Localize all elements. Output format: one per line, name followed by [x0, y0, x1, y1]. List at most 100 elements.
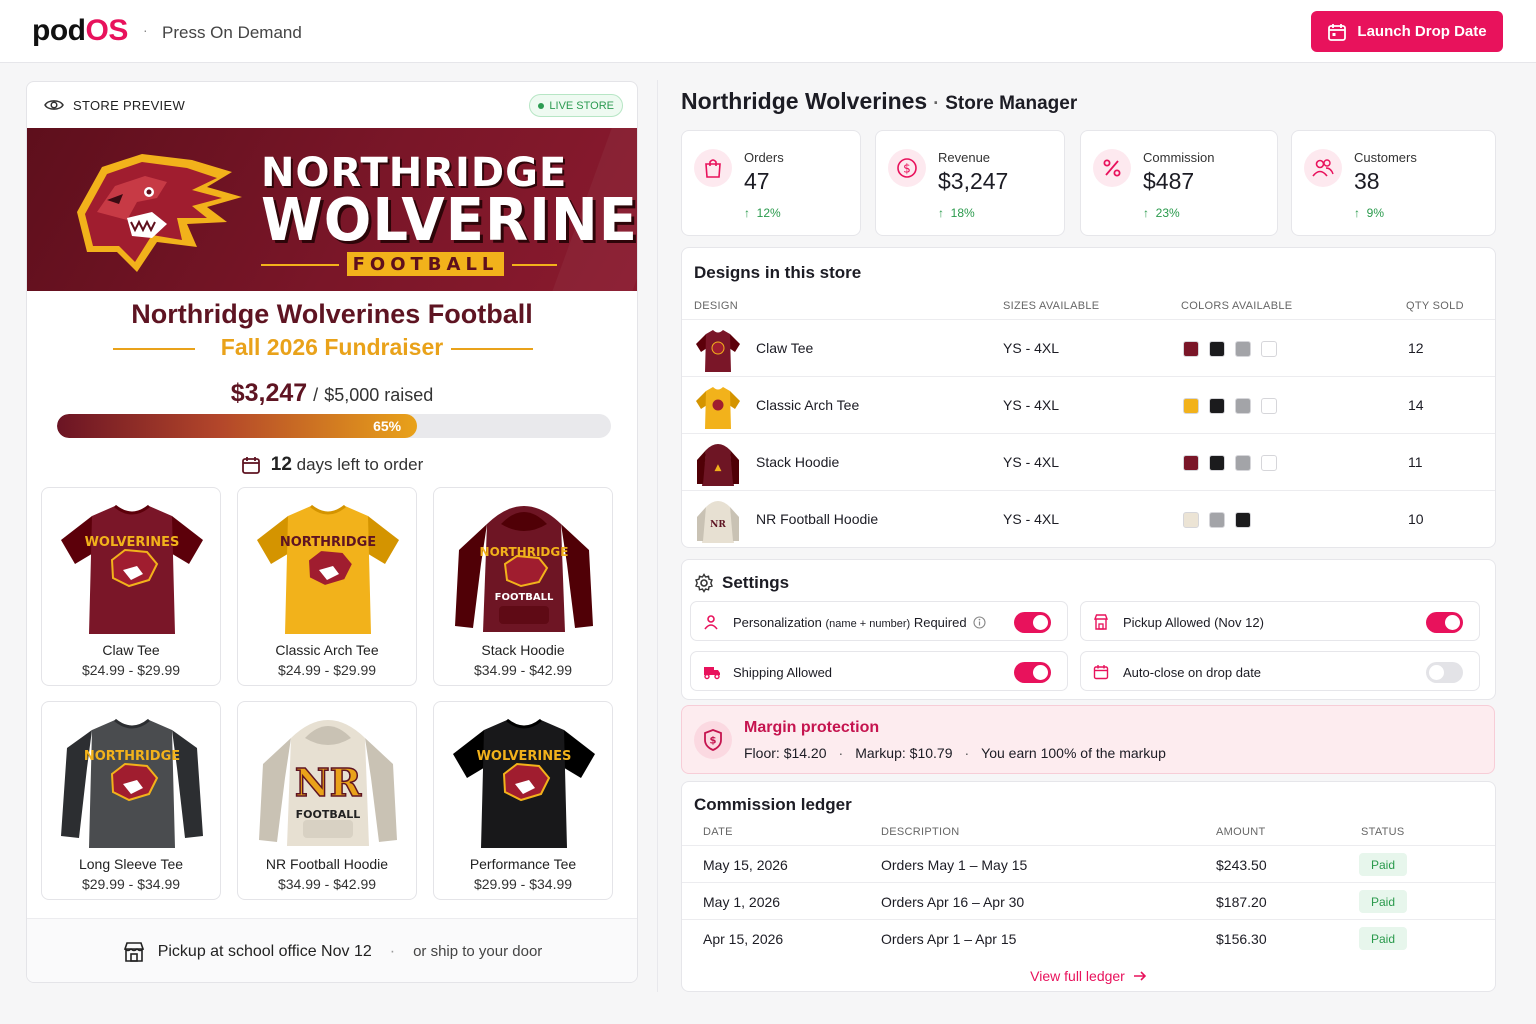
product-name: Classic Arch Tee: [275, 642, 379, 658]
table-row[interactable]: Claw Tee YS - 4XL 12: [682, 319, 1495, 376]
table-row[interactable]: Apr 15, 2026 Orders Apr 1 – Apr 15 $156.…: [682, 919, 1495, 956]
store-banner: NORTHRIDGE WOLVERINES FOOTBALL: [27, 128, 637, 291]
status-badge: Paid: [1359, 890, 1407, 913]
setting-toggle[interactable]: [1426, 662, 1463, 683]
banner-rule-left: [261, 264, 339, 266]
stat-label: Commission: [1143, 150, 1215, 165]
stat-label: Revenue: [938, 150, 991, 165]
days-text: days left to order: [296, 455, 424, 474]
calendar-icon: [241, 457, 260, 474]
design-colors: [1183, 512, 1251, 528]
product-card[interactable]: NR FOOTBALL NR Football Hoodie $34.99 - $…: [237, 701, 417, 900]
color-swatch: [1209, 512, 1225, 528]
product-image: NR FOOTBALL: [259, 720, 397, 846]
arrow-up-icon: ↑: [1143, 206, 1149, 220]
store-icon: [1093, 614, 1109, 630]
stat-card-revenue[interactable]: $ Revenue $3,247 ↑ 18%: [875, 130, 1065, 236]
col-colors: COLORS AVAILABLE: [1181, 300, 1293, 312]
table-row[interactable]: May 1, 2026 Orders Apr 16 – Apr 30 $187.…: [682, 882, 1495, 919]
preview-header: STORE PREVIEW LIVE STORE: [27, 82, 637, 128]
manager-store-name: Northridge Wolverines: [681, 88, 928, 114]
product-name: Performance Tee: [469, 856, 577, 872]
ship-text: or ship to your door: [413, 943, 543, 960]
setting-toggle[interactable]: [1426, 612, 1463, 633]
product-image: NORTHRIDGE: [257, 504, 399, 634]
color-swatch: [1235, 512, 1251, 528]
ledger-title: Commission ledger: [694, 795, 852, 814]
product-price: $34.99 - $42.99: [277, 876, 377, 892]
design-name: NR Football Hoodie: [756, 511, 879, 527]
color-swatch: [1235, 398, 1251, 414]
ledger-date: May 15, 2026: [703, 857, 788, 873]
svg-text:NORTHRIDGE: NORTHRIDGE: [280, 535, 376, 550]
product-image: WOLVERINES: [453, 718, 595, 848]
product-price: $29.99 - $34.99: [81, 876, 181, 892]
design-thumbnail: ▲: [697, 444, 739, 486]
stat-card-customers[interactable]: Customers 38 ↑ 9%: [1291, 130, 1496, 236]
design-thumbnail: [696, 330, 740, 372]
table-row[interactable]: Classic Arch Tee YS - 4XL 14: [682, 376, 1495, 433]
ledger-description: Orders May 1 – May 15: [881, 857, 1028, 873]
app-logo[interactable]: podOS: [32, 14, 128, 48]
stat-label: Customers: [1354, 150, 1417, 165]
color-swatch: [1183, 455, 1199, 471]
stat-card-orders[interactable]: Orders 47 ↑ 12%: [681, 130, 861, 236]
manager-role: Store Manager: [945, 93, 1078, 114]
view-full-ledger-link[interactable]: View full ledger: [682, 968, 1495, 984]
arrow-up-icon: ↑: [1354, 206, 1360, 220]
svg-text:WOLVERINES: WOLVERINES: [85, 535, 180, 550]
gear-icon: [695, 573, 713, 593]
design-qty: 12: [1408, 340, 1424, 356]
product-card[interactable]: WOLVERINES Performance Tee $29.99 - $34.9…: [433, 701, 613, 900]
color-swatch: [1209, 341, 1225, 357]
table-row[interactable]: May 15, 2026 Orders May 1 – May 15 $243.…: [682, 845, 1495, 882]
design-colors: [1183, 341, 1277, 357]
setting-label: Personalization (name + number) Required: [733, 615, 986, 632]
launch-drop-date-button[interactable]: Launch Drop Date: [1311, 11, 1503, 52]
ledger-description: Orders Apr 16 – Apr 30: [881, 894, 1025, 910]
store-preview-panel: STORE PREVIEW LIVE STORE NORTHRIDGE WOLV…: [26, 81, 638, 983]
setting-row: Auto-close on drop date: [1080, 651, 1480, 691]
setting-toggle[interactable]: [1014, 662, 1051, 683]
margin-markup: $10.79: [909, 745, 953, 761]
design-name: Classic Arch Tee: [756, 397, 860, 413]
color-swatch: [1261, 455, 1277, 471]
color-swatch: [1261, 398, 1277, 414]
fundraiser-progress-bar: 65%: [57, 414, 611, 438]
product-image: NORTHRIDGE: [61, 718, 203, 848]
design-qty: 11: [1408, 454, 1423, 470]
setting-row: Pickup Allowed (Nov 12): [1080, 601, 1480, 641]
settings-title: Settings: [722, 573, 790, 592]
person-icon: [704, 615, 718, 630]
setting-label: Pickup Allowed (Nov 12): [1123, 615, 1264, 630]
design-colors: [1183, 398, 1277, 414]
svg-text:NR: NR: [295, 760, 362, 805]
product-card[interactable]: NORTHRIDGE Long Sleeve Tee $29.99 - $34.9…: [41, 701, 221, 900]
app-subtitle: Press On Demand: [162, 23, 302, 42]
designs-title: Designs in this store: [694, 263, 862, 282]
color-swatch: [1183, 512, 1199, 528]
col-date: DATE: [703, 826, 733, 838]
design-qty: 14: [1408, 397, 1424, 413]
status-badge: Paid: [1359, 853, 1407, 876]
setting-toggle[interactable]: [1014, 612, 1051, 633]
store-icon: [123, 941, 144, 962]
table-row[interactable]: ▲ Stack Hoodie YS - 4XL 11: [682, 433, 1495, 490]
product-card[interactable]: NORTHRIDGE FOOTBALL Stack Hoodie $34.99 -…: [433, 487, 613, 686]
stat-card-commission[interactable]: Commission $487 ↑ 23%: [1080, 130, 1278, 236]
stat-value: 47: [744, 168, 770, 194]
info-icon[interactable]: [973, 616, 986, 632]
logo-separator: ·: [143, 22, 148, 38]
table-row[interactable]: NR NR Football Hoodie YS - 4XL 10: [682, 490, 1495, 547]
progress-fill: 65%: [57, 414, 418, 438]
store-subtitle: Fall 2026 Fundraiser: [220, 334, 444, 360]
design-sizes: YS - 4XL: [1003, 397, 1060, 413]
settings-card: Settings Personalization (name + number)…: [681, 559, 1496, 700]
launch-label: Launch Drop Date: [1357, 23, 1487, 40]
calendar-icon: [1328, 23, 1347, 41]
color-swatch: [1209, 398, 1225, 414]
product-card[interactable]: WOLVERINES Claw Tee $24.99 - $29.99: [41, 487, 221, 686]
banner-line-3: FOOTBALL: [347, 252, 504, 276]
product-card[interactable]: NORTHRIDGE Classic Arch Tee $24.99 - $29.…: [237, 487, 417, 686]
product-name: Stack Hoodie: [481, 642, 565, 658]
